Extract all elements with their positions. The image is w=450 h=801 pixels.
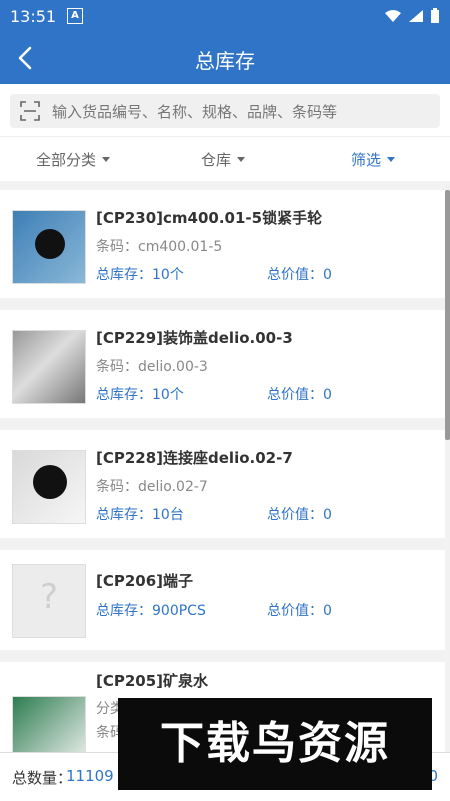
total-value: 总价值：0 [267,507,332,523]
status-icons [384,8,440,24]
list-item[interactable]: [CP228]连接座delio.02-7 条码：delio.02-7 总库存：1… [0,430,445,538]
category-filter[interactable]: 全部分类 [36,149,111,170]
search-box[interactable] [10,94,440,130]
placeholder-image: ? [12,564,86,638]
total-stock: 总库存：900PCS [96,603,206,619]
total-quantity-label: 总数量： [12,769,73,787]
product-name: [CP228]连接座delio.02-7 [96,449,293,467]
product-image [12,450,86,524]
barcode: 条码：cm400.01-5 [96,239,223,255]
inventory-list: [CP230]cm400.01-5锁紧手轮 条码：cm400.01-5 总库存：… [0,190,450,764]
status-time: 13:51 [10,7,57,26]
filter-label: 筛选 [351,151,382,169]
total-quantity-value: 11109 [66,767,114,785]
product-name: [CP229]装饰盖delio.00-3 [96,329,293,347]
warehouse-filter[interactable]: 仓库 [201,149,246,170]
total-value: 总价值：0 [267,267,332,283]
search-area [0,84,450,136]
signal-icon [409,10,423,22]
total-stock: 总库存：10个 [96,387,184,403]
list-item[interactable]: [CP230]cm400.01-5锁紧手轮 条码：cm400.01-5 总库存：… [0,190,445,298]
product-name: [CP230]cm400.01-5锁紧手轮 [96,209,323,227]
barcode: 条码：delio.02-7 [96,479,208,495]
caret-down-icon [387,157,396,162]
product-name: [CP205]矿泉水 [96,672,209,690]
total-value: 总价值：0 [267,603,332,619]
status-bar: 13:51 A [0,0,450,32]
barcode: 条码：delio.00-3 [96,359,208,375]
question-mark-icon: ? [39,577,59,617]
scan-icon[interactable] [20,101,40,121]
product-image [12,210,86,284]
page-title: 总库存 [195,49,255,73]
wifi-icon [385,10,401,22]
product-image [12,696,86,754]
search-input[interactable] [50,94,434,130]
total-stock: 总库存：10个 [96,267,184,283]
list-item[interactable]: ? [CP206]端子 总库存：900PCS 总价值：0 [0,550,445,650]
total-value: 总价值：0 [267,387,332,403]
battery-icon [431,8,439,23]
category-filter-label: 全部分类 [36,151,97,169]
app-bar: 总库存 [0,32,450,84]
product-image [12,330,86,404]
caret-down-icon [102,157,111,162]
product-name: [CP206]端子 [96,572,194,590]
warehouse-filter-label: 仓库 [201,151,232,169]
caret-down-icon [237,157,246,162]
list-item[interactable]: [CP229]装饰盖delio.00-3 条码：delio.00-3 总库存：1… [0,310,445,418]
filter-button[interactable]: 筛选 [351,149,396,170]
total-stock: 总库存：10台 [96,507,184,523]
a-notification-icon: A [67,8,83,24]
filter-bar: 全部分类 仓库 筛选 [0,136,450,181]
watermark-logo: 下载鸟资源 [118,698,432,790]
